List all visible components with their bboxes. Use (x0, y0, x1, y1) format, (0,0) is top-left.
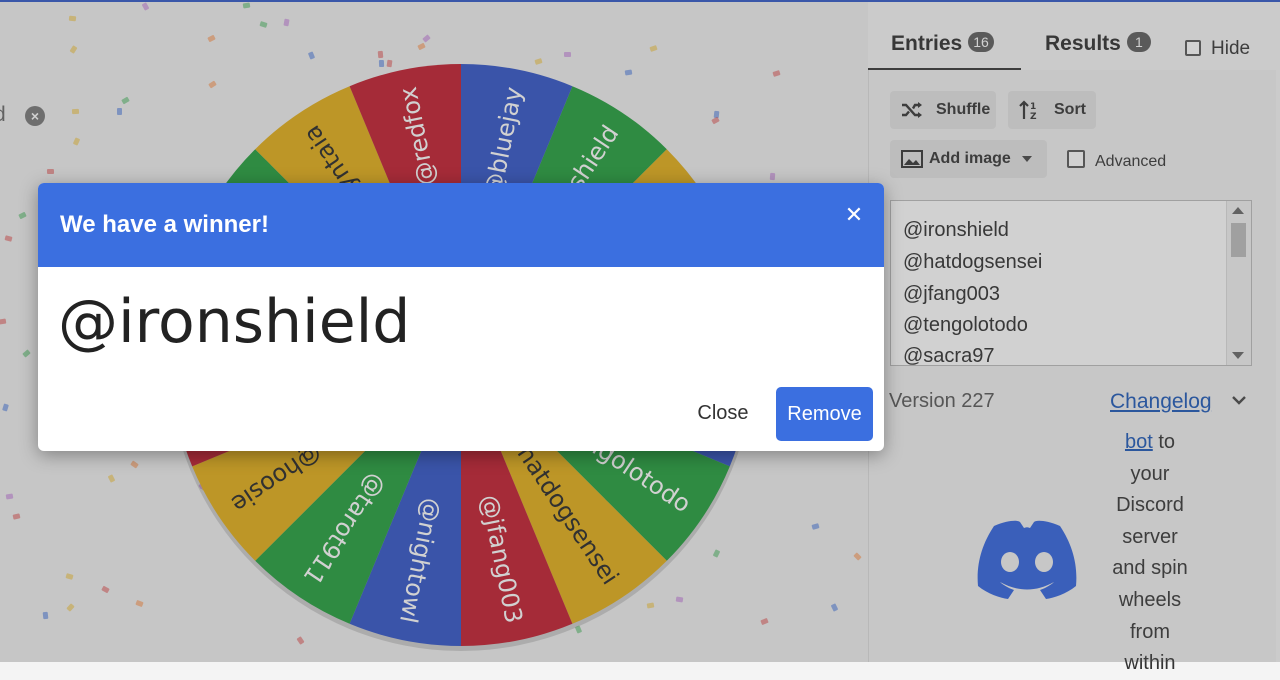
promo-line: to (1158, 431, 1176, 453)
scroll-up-icon[interactable] (1232, 207, 1244, 214)
chevron-down-icon (1022, 156, 1032, 162)
image-icon (900, 140, 924, 178)
entries-scrollbar[interactable] (1226, 201, 1251, 365)
tab-results[interactable]: Results 1 (1045, 32, 1151, 56)
remove-button[interactable]: Remove (776, 387, 873, 441)
winner-dialog: We have a winner! ✕ @ironshield Close Re… (38, 183, 884, 451)
entries-textarea[interactable]: @ironshield @hatdogsensei @jfang003 @ten… (890, 200, 1252, 366)
add-image-button[interactable]: Add image (890, 140, 1047, 178)
svg-text:Z: Z (1030, 112, 1037, 121)
advanced-toggle[interactable]: Advanced (1067, 150, 1166, 171)
version-text: Version 227 (889, 390, 995, 412)
promo-line: Discord (1116, 494, 1184, 517)
entries-count-badge: 16 (968, 32, 994, 52)
promo-line: wheels (1118, 588, 1182, 611)
chevron-down-icon[interactable] (1232, 393, 1246, 407)
changelog-link[interactable]: Changelog (1110, 390, 1212, 414)
svg-text:1: 1 (1030, 102, 1036, 112)
scroll-down-icon[interactable] (1232, 352, 1244, 359)
entry-line: @hatdogsensei (903, 251, 1043, 273)
entry-line: @jfang003 (903, 283, 1001, 305)
shuffle-button[interactable]: Shuffle (890, 91, 996, 129)
sort-label: Sort (1054, 101, 1086, 118)
dialog-header: We have a winner! ✕ (38, 183, 884, 267)
side-panel: Entries 16 Results 1 Hide Shuffle 1Z Sort … (868, 2, 1280, 674)
entry-line: @tengolotodo (903, 314, 1028, 336)
discord-bot-link[interactable]: bot (1125, 431, 1153, 453)
promo-line: within (1124, 652, 1176, 675)
shuffle-label: Shuffle (936, 101, 991, 118)
sort-icon: 1Z (1018, 91, 1042, 129)
hide-toggle[interactable]: Hide (1185, 38, 1250, 60)
add-image-label: Add image (929, 150, 1011, 167)
promo-line: from (1130, 620, 1170, 643)
promo-line: and spin (1112, 557, 1188, 580)
discord-promo-text: bot to your Discord server and spin whee… (1106, 427, 1194, 680)
tab-entries-label: Entries (891, 32, 963, 55)
tab-results-label: Results (1045, 32, 1121, 55)
entry-line: @sacra97 (903, 345, 995, 366)
results-count-badge: 1 (1126, 32, 1151, 52)
promo-line: server (1122, 525, 1178, 548)
hide-checkbox[interactable] (1185, 40, 1201, 56)
advanced-label: Advanced (1095, 153, 1167, 170)
dialog-title: We have a winner! (60, 211, 269, 238)
discord-logo-icon (977, 520, 1077, 599)
shuffle-icon (900, 91, 924, 129)
advanced-checkbox[interactable] (1067, 150, 1085, 168)
scrollbar-thumb[interactable] (1231, 223, 1246, 257)
sort-button[interactable]: 1Z Sort (1008, 91, 1096, 129)
hide-label: Hide (1211, 38, 1251, 59)
winner-name: @ironshield (58, 287, 411, 357)
close-button[interactable]: Close (678, 387, 768, 439)
tab-entries[interactable]: Entries 16 (891, 32, 994, 56)
promo-line: your (1130, 462, 1170, 485)
entry-line: @ironshield (903, 219, 1009, 241)
active-tab-indicator (868, 68, 1021, 70)
close-icon[interactable]: ✕ (842, 203, 866, 227)
